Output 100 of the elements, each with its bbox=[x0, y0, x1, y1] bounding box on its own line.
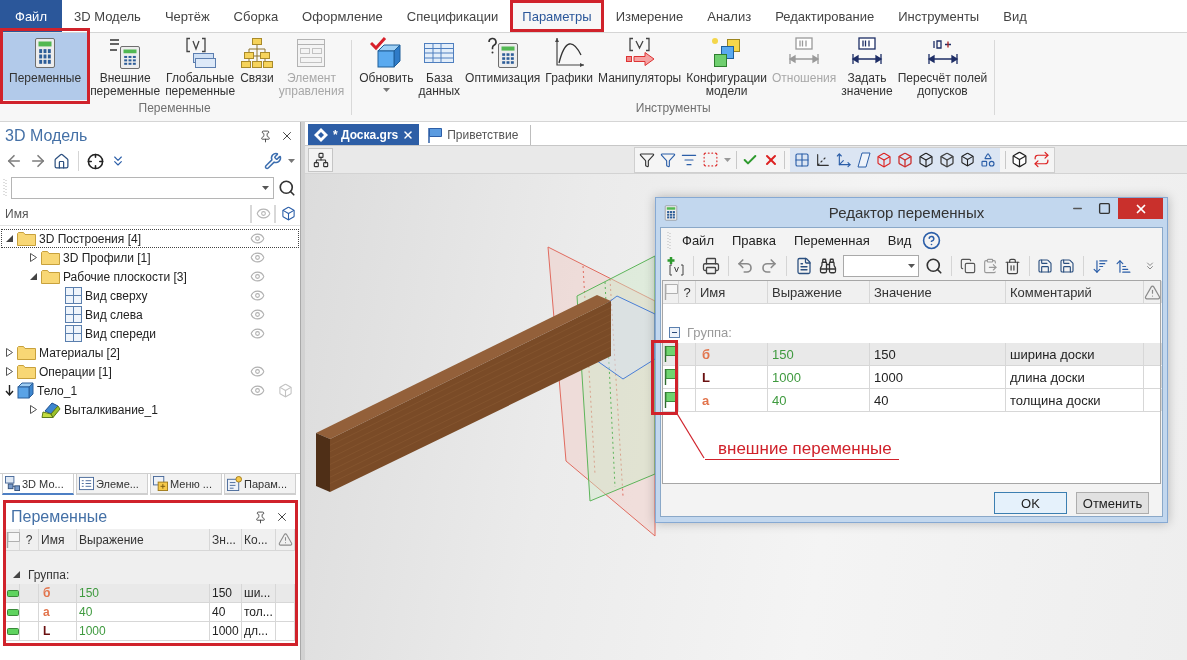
plane-icon[interactable] bbox=[857, 151, 871, 168]
cube-icon[interactable] bbox=[939, 151, 955, 168]
menu-item[interactable]: Файл bbox=[675, 230, 721, 250]
table-row[interactable]: б 150 150 ши... bbox=[6, 584, 295, 603]
column-header[interactable]: Ко... bbox=[242, 529, 276, 550]
close-icon[interactable] bbox=[275, 510, 289, 524]
table-row[interactable]: L 1000 1000 длина доски bbox=[663, 366, 1160, 389]
add-variable-icon[interactable] bbox=[667, 256, 685, 276]
ribbon-button[interactable]: База данных bbox=[416, 33, 463, 100]
ribbon-button[interactable]: Связи bbox=[238, 33, 276, 100]
tree-item[interactable]: 3D Построения [4] bbox=[1, 229, 299, 248]
tree-item[interactable]: Материалы [2] bbox=[1, 343, 299, 362]
funnel-icon[interactable] bbox=[639, 151, 655, 168]
column-header[interactable]: Зн... bbox=[210, 529, 242, 550]
panel-tab[interactable]: Парам... bbox=[224, 474, 296, 495]
crosshair-icon[interactable] bbox=[87, 152, 104, 170]
sort-down-icon[interactable] bbox=[1092, 257, 1110, 275]
table-row[interactable]: а 40 40 тол... bbox=[6, 603, 295, 622]
printer-icon[interactable] bbox=[701, 257, 720, 275]
triangle-icon[interactable] bbox=[29, 405, 38, 414]
cube-icon[interactable] bbox=[1011, 151, 1028, 168]
tree-item[interactable]: Вид спереди bbox=[1, 324, 299, 343]
tree-item[interactable]: Выталкивание_1 bbox=[1, 400, 299, 419]
table-row[interactable]: а 40 40 толщина доски bbox=[663, 389, 1160, 412]
swap-icon[interactable] bbox=[1033, 151, 1050, 168]
sort-up-icon[interactable] bbox=[1115, 257, 1133, 275]
axes-icon[interactable] bbox=[836, 151, 852, 168]
redo-icon[interactable] bbox=[760, 257, 779, 275]
ribbon-button[interactable]: Внешние переменные bbox=[88, 33, 163, 100]
ok-button[interactable]: OK bbox=[994, 492, 1067, 514]
selection-box-icon[interactable] bbox=[702, 151, 719, 168]
grid-icon[interactable] bbox=[794, 151, 810, 168]
panel-tab[interactable]: 3D Мо... bbox=[2, 474, 74, 495]
tree-item[interactable]: Тело_1 bbox=[1, 381, 299, 400]
ribbon-button[interactable]: Обновить bbox=[357, 33, 416, 100]
triangle-icon[interactable] bbox=[5, 234, 14, 243]
document-icon[interactable] bbox=[794, 257, 813, 275]
tree-view-button[interactable] bbox=[308, 147, 333, 172]
tree-item[interactable]: 3D Профили [1] bbox=[1, 248, 299, 267]
triangle-icon[interactable] bbox=[29, 272, 38, 281]
search-icon[interactable] bbox=[278, 179, 296, 197]
column-header[interactable]: Выражение bbox=[768, 281, 870, 303]
ribbon-button[interactable]: Задать значение bbox=[839, 33, 895, 100]
tree-item[interactable]: Рабочие плоскости [3] bbox=[1, 267, 299, 286]
axes-icon[interactable] bbox=[815, 151, 831, 168]
pin-icon[interactable] bbox=[259, 129, 272, 143]
shapes-icon[interactable] bbox=[980, 151, 996, 168]
close-icon[interactable] bbox=[402, 128, 415, 141]
column-header[interactable]: ? bbox=[679, 281, 696, 303]
menu-item[interactable]: Правка bbox=[724, 230, 783, 250]
tree-item[interactable]: Операции [1] bbox=[1, 362, 299, 381]
ribbon-button[interactable]: Пересчёт полей допусков bbox=[895, 33, 990, 100]
cancel-button[interactable]: Отменить bbox=[1076, 492, 1149, 514]
tree-item[interactable]: Вид сверху bbox=[1, 286, 299, 305]
column-header[interactable]: Значение bbox=[870, 281, 1006, 303]
triangle-icon[interactable] bbox=[12, 570, 21, 579]
panel-tab[interactable]: Меню ... bbox=[150, 474, 222, 495]
table-row[interactable]: б 150 150 ширина доски bbox=[663, 343, 1160, 366]
funnel-icon[interactable] bbox=[660, 151, 676, 168]
column-header[interactable]: Имя bbox=[39, 529, 77, 550]
menu-item[interactable]: Вид bbox=[880, 230, 919, 250]
search-icon[interactable] bbox=[925, 257, 944, 275]
save-icon[interactable] bbox=[1059, 258, 1076, 274]
column-header[interactable]: Комментарий bbox=[1006, 281, 1144, 303]
wrench-icon[interactable] bbox=[264, 152, 282, 170]
binoculars-icon[interactable] bbox=[818, 257, 837, 275]
column-header[interactable]: Имя bbox=[696, 281, 768, 303]
table-row[interactable]: L 1000 1000 дл... bbox=[6, 622, 295, 641]
copy-icon[interactable] bbox=[959, 258, 976, 274]
search-field[interactable] bbox=[11, 177, 274, 199]
collapse-icon[interactable] bbox=[669, 326, 680, 338]
ribbon-button[interactable]: Переменные bbox=[3, 33, 88, 100]
ribbon-button[interactable]: Манипуляторы bbox=[596, 33, 684, 100]
forward-arrow-icon[interactable] bbox=[29, 152, 47, 170]
ribbon-button[interactable]: Графики bbox=[543, 33, 596, 100]
search-combo-field[interactable] bbox=[842, 255, 920, 277]
group-row[interactable]: Группа: bbox=[6, 565, 295, 584]
triangle-icon[interactable] bbox=[29, 253, 38, 262]
triangle-icon[interactable] bbox=[5, 348, 14, 357]
ribbon-button[interactable]: Глобальные переменные bbox=[163, 33, 238, 100]
column-header[interactable]: ? bbox=[20, 529, 39, 550]
trash-icon[interactable] bbox=[1003, 257, 1021, 275]
cube-icon[interactable] bbox=[918, 151, 934, 168]
close-icon[interactable] bbox=[280, 129, 294, 143]
document-tab[interactable]: * Доска.grs bbox=[308, 124, 420, 145]
tree-item[interactable]: Вид слева bbox=[1, 305, 299, 324]
menu-item[interactable]: Переменная bbox=[786, 230, 877, 250]
help-icon[interactable] bbox=[922, 230, 942, 250]
panel-tab[interactable]: Элеме... bbox=[76, 474, 148, 495]
down-arrow-icon[interactable] bbox=[5, 385, 14, 396]
ribbon-button[interactable]: Конфигурации модели bbox=[684, 33, 769, 100]
save-icon[interactable] bbox=[1037, 258, 1054, 274]
home-icon[interactable] bbox=[53, 152, 70, 170]
undo-icon[interactable] bbox=[736, 257, 755, 275]
cube-icon[interactable] bbox=[960, 152, 975, 167]
pin-icon[interactable] bbox=[254, 510, 267, 524]
ribbon-button[interactable]: Оптимизация bbox=[463, 33, 543, 100]
triangle-icon[interactable] bbox=[5, 367, 14, 376]
column-header[interactable]: Выражение bbox=[77, 529, 210, 550]
paste-icon[interactable] bbox=[981, 258, 998, 274]
